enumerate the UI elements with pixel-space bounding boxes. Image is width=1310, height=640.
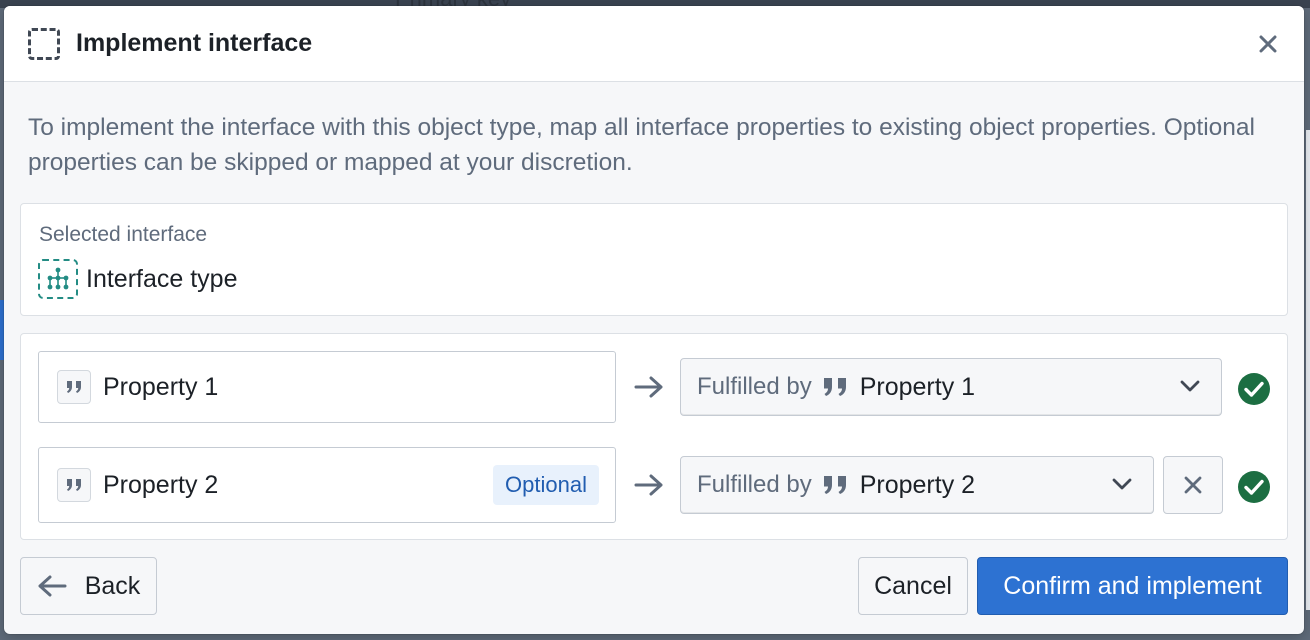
selected-interface: Interface type (38, 259, 237, 299)
cancel-button[interactable]: Cancel (858, 557, 968, 615)
dialog-description: To implement the interface with this obj… (28, 114, 1255, 176)
selected-interface-label: Selected interface (39, 223, 208, 246)
interface-icon (38, 259, 78, 299)
close-button[interactable] (1252, 28, 1284, 60)
confirm-and-implement-button[interactable]: Confirm and implement (977, 557, 1288, 615)
arrow-right-icon (632, 370, 666, 404)
string-type-icon (57, 468, 91, 502)
dialog-header: Implement interface (4, 6, 1304, 82)
string-type-icon (822, 474, 850, 496)
clear-mapping-button[interactable] (1163, 456, 1223, 514)
check-circle-icon (1238, 471, 1270, 503)
dialog-title: Implement interface (76, 29, 313, 57)
fulfilled-by-select-1[interactable]: Fulfilled by Property 1 (680, 358, 1222, 416)
interface-property-name: Property 1 (103, 372, 219, 401)
back-button[interactable]: Back (20, 557, 157, 615)
fulfilled-by-select-2[interactable]: Fulfilled by Property 2 (680, 456, 1154, 514)
interface-property-2: Property 2 Optional (38, 447, 616, 523)
interface-name: Interface type (86, 264, 238, 293)
implement-interface-dialog: Implement interface To implement the int… (4, 6, 1304, 634)
selected-interface-card: Selected interface Interface type (20, 203, 1288, 316)
string-type-icon (57, 370, 91, 404)
interface-property-name: Property 2 (103, 470, 219, 499)
fulfilled-by-value: Property 1 (859, 372, 976, 401)
property-mapping-card: Property 1 Fulfilled by Property 1 Prope… (20, 333, 1288, 540)
string-type-icon (822, 376, 850, 398)
fulfilled-by-label: Fulfilled by (697, 471, 812, 498)
back-button-label: Back (84, 571, 141, 600)
arrow-right-icon (632, 468, 666, 502)
interface-property-1: Property 1 (38, 351, 616, 423)
background-edge (1306, 130, 1310, 610)
close-icon (1184, 476, 1202, 494)
fulfilled-by-value: Property 2 (859, 470, 976, 499)
check-circle-icon (1238, 373, 1270, 405)
chevron-down-icon (1180, 380, 1200, 392)
chevron-down-icon (1112, 478, 1132, 490)
optional-tag: Optional (493, 465, 599, 505)
fulfilled-by-label: Fulfilled by (697, 373, 812, 400)
close-icon (1259, 35, 1277, 53)
arrow-left-icon (38, 575, 67, 597)
dashed-square-icon (28, 27, 60, 60)
